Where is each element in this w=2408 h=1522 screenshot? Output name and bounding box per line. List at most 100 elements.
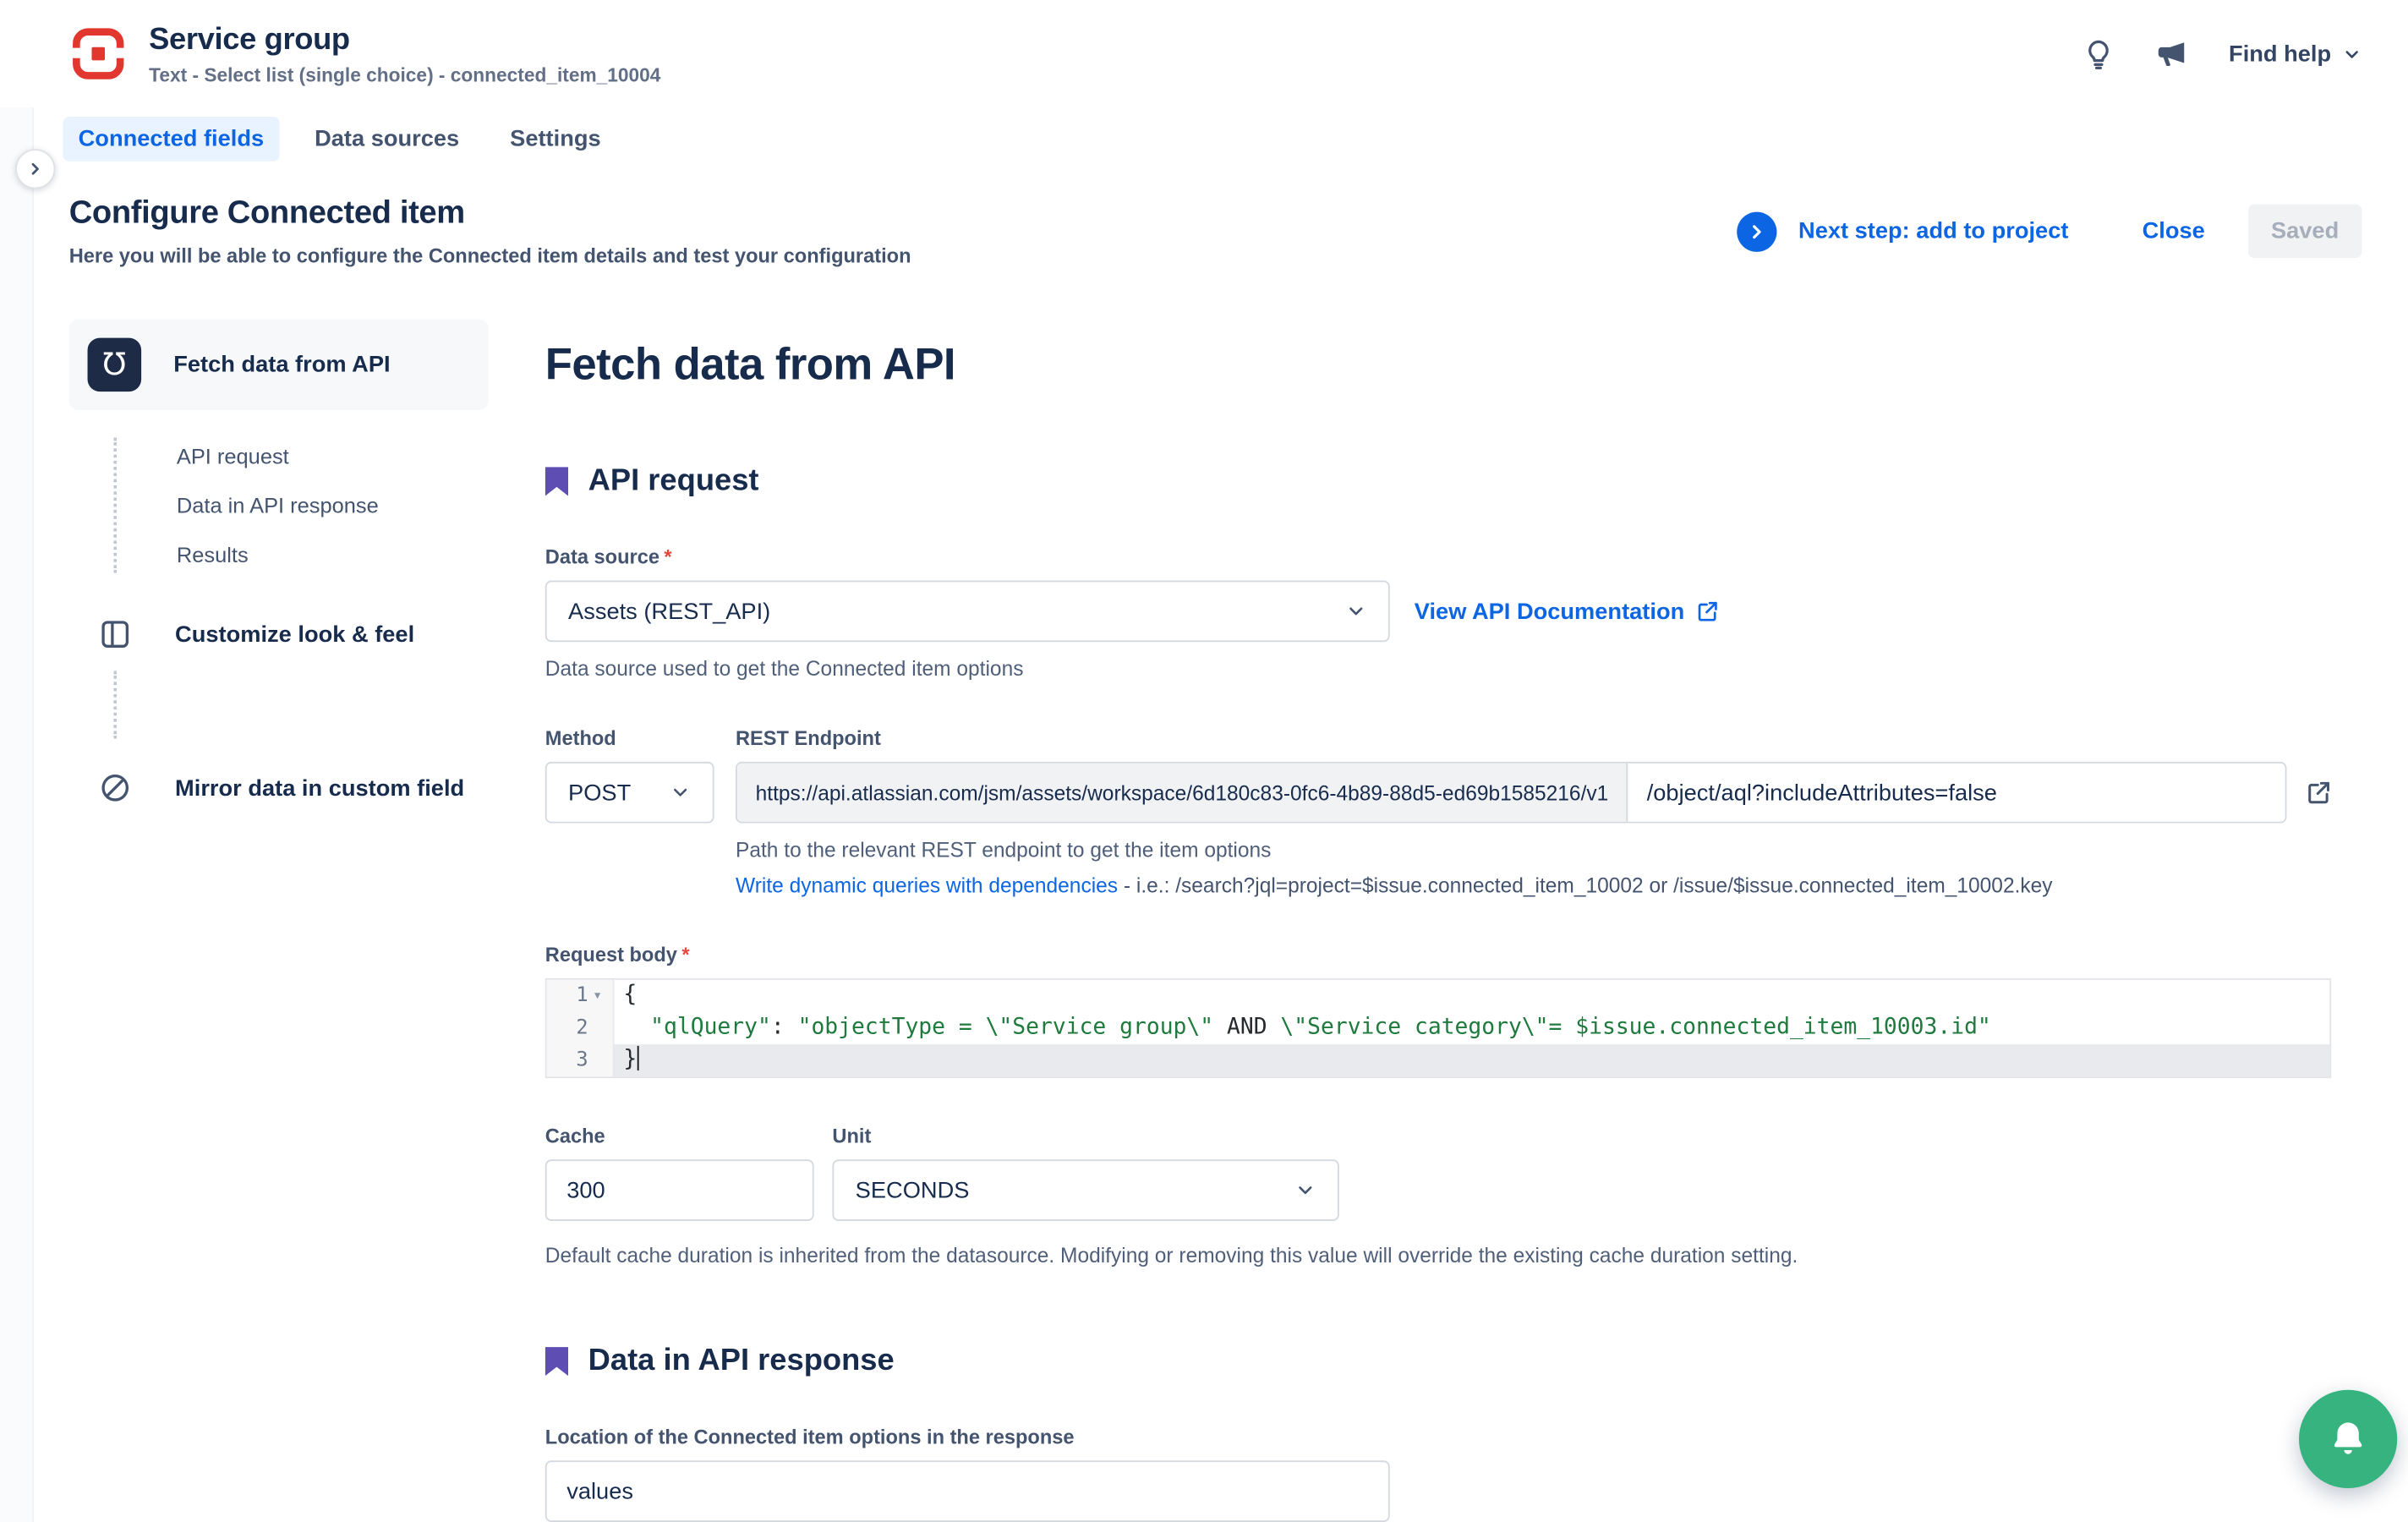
sidebar-item-mirror[interactable]: Mirror data in custom field xyxy=(96,769,488,807)
saved-button[interactable]: Saved xyxy=(2248,205,2362,259)
method-value: POST xyxy=(568,780,631,806)
dynamic-queries-example: - i.e.: /search?jql=project=$issue.conne… xyxy=(1124,873,2053,896)
bell-icon xyxy=(2327,1417,2370,1460)
code-text[interactable]: } xyxy=(615,1044,2330,1076)
step-subnav: API request Data in API response Results xyxy=(69,425,489,585)
configure-header-text: Configure Connected item Here you will b… xyxy=(69,195,911,267)
section-title: API request xyxy=(588,464,759,500)
page-title: Fetch data from API xyxy=(545,341,2378,391)
method-select[interactable]: POST xyxy=(545,762,714,824)
step-label: Fetch data from API xyxy=(173,352,390,378)
app-logo-icon xyxy=(69,25,128,83)
next-step-arrow-icon[interactable] xyxy=(1737,211,1776,251)
tab-bar: Connected fields Data sources Settings xyxy=(0,107,2408,177)
required-mark: * xyxy=(681,943,689,966)
megaphone-icon[interactable] xyxy=(2155,37,2189,71)
notifications-fab[interactable] xyxy=(2299,1390,2397,1488)
unit-select[interactable]: SECONDS xyxy=(832,1159,1338,1221)
chevron-down-icon xyxy=(670,781,691,802)
data-source-label: Data source* xyxy=(545,545,2378,568)
view-api-doc-link[interactable]: View API Documentation xyxy=(1415,598,1720,624)
sidebar-item-fetch-data[interactable]: ℧ Fetch data from API xyxy=(69,320,489,410)
app-window: Service group Text - Select list (single… xyxy=(0,0,2408,1522)
tab[interactable]: Settings xyxy=(495,117,616,162)
endpoint-row: https://api.atlassian.com/jsm/assets/wor… xyxy=(736,762,2378,824)
open-endpoint-external-icon[interactable] xyxy=(2305,779,2333,807)
step-label: Mirror data in custom field xyxy=(175,775,464,801)
method-label: Method xyxy=(545,726,714,749)
required-mark: * xyxy=(664,545,671,568)
code-line[interactable]: 3} xyxy=(547,1044,2330,1076)
close-button[interactable]: Close xyxy=(2143,218,2205,244)
dynamic-queries-row: Write dynamic queries with dependencies … xyxy=(736,873,2378,896)
line-number: 2 xyxy=(547,1012,615,1044)
code-text[interactable]: { xyxy=(615,980,2330,1012)
data-source-help: Data source used to get the Connected it… xyxy=(545,657,2378,680)
external-link-icon xyxy=(1695,599,1720,623)
code-line[interactable]: 1▾{ xyxy=(547,980,2330,1012)
main-panel: Fetch data from API API request Data sou… xyxy=(545,320,2378,1522)
configure-subtitle: Here you will be able to configure the C… xyxy=(69,244,911,267)
circle-slash-icon xyxy=(96,769,134,807)
step-subnav-item[interactable]: Results xyxy=(177,530,489,579)
sidebar-item-customize[interactable]: Customize look & feel xyxy=(96,616,488,653)
endpoint-base-segment: https://api.atlassian.com/jsm/assets/wor… xyxy=(737,764,1628,822)
endpoint-path-input[interactable]: /object/aql?includeAttributes=false xyxy=(1628,764,2016,822)
steps-sidebar: ℧ Fetch data from API API request Data i… xyxy=(69,320,489,1522)
layout-icon xyxy=(96,616,134,653)
endpoint-help: Path to the relevant REST endpoint to ge… xyxy=(736,839,2378,862)
request-body-group: Request body* 1▾{2 "qlQuery": "objectTyp… xyxy=(545,943,2378,1078)
header-actions: Find help xyxy=(2082,37,2361,71)
collapsed-panel-strip xyxy=(0,107,34,1522)
label-text: Data source xyxy=(545,545,659,568)
cache-help: Default cache duration is inherited from… xyxy=(545,1244,2331,1267)
tab[interactable]: Connected fields xyxy=(63,117,279,162)
step-subnav-item[interactable]: API request xyxy=(177,431,489,480)
bookmark-icon xyxy=(545,467,568,496)
unit-column: Unit SECONDS xyxy=(832,1125,1338,1221)
field-title: Service group xyxy=(149,22,660,57)
configure-actions: Next step: add to project Close Saved xyxy=(1737,205,2361,259)
app-header: Service group Text - Select list (single… xyxy=(0,0,2408,107)
endpoint-label: REST Endpoint xyxy=(736,726,2378,749)
configure-header: Configure Connected item Here you will b… xyxy=(0,177,2408,292)
chevron-down-icon xyxy=(1345,600,1366,621)
data-source-value: Assets (REST_API) xyxy=(568,598,770,624)
tab[interactable]: Data sources xyxy=(299,117,474,162)
find-help-menu[interactable]: Find help xyxy=(2229,41,2361,67)
cache-label: Cache xyxy=(545,1125,814,1147)
configure-title: Configure Connected item xyxy=(69,195,911,233)
step-connector-dots xyxy=(113,671,117,739)
chevron-down-icon xyxy=(1294,1180,1316,1201)
fold-caret-icon[interactable]: ▾ xyxy=(588,980,607,1012)
cache-column: Cache xyxy=(545,1125,814,1221)
code-line[interactable]: 2 "qlQuery": "objectType = \"Service gro… xyxy=(547,1012,2330,1044)
endpoint-group: Method POST REST Endpoint https://api.at… xyxy=(545,726,2378,897)
location-group: Location of the Connected item options i… xyxy=(545,1426,2378,1522)
view-api-doc-label: View API Documentation xyxy=(1415,598,1684,624)
method-column: Method POST xyxy=(545,726,714,897)
line-number: 3 xyxy=(547,1044,615,1076)
location-input[interactable] xyxy=(545,1460,1390,1522)
bookmark-icon xyxy=(545,1347,568,1377)
section-title: Data in API response xyxy=(588,1344,895,1379)
cache-input[interactable] xyxy=(545,1159,814,1221)
step-subnav-item[interactable]: Data in API response xyxy=(177,481,489,530)
data-source-row: Assets (REST_API) View API Documentation xyxy=(545,581,2378,643)
data-source-select[interactable]: Assets (REST_API) xyxy=(545,581,1390,643)
content-area: ℧ Fetch data from API API request Data i… xyxy=(0,292,2408,1522)
fetch-hook-glyph: ℧ xyxy=(102,346,126,384)
lightbulb-icon[interactable] xyxy=(2082,37,2115,69)
location-label: Location of the Connected item options i… xyxy=(545,1426,2378,1448)
request-body-editor[interactable]: 1▾{2 "qlQuery": "objectType = \"Service … xyxy=(545,978,2331,1078)
header-titles: Service group Text - Select list (single… xyxy=(149,22,660,85)
request-body-label: Request body* xyxy=(545,943,2378,966)
cache-row: Cache Unit SECONDS xyxy=(545,1125,2378,1221)
text-cursor xyxy=(637,1046,639,1070)
endpoint-column: REST Endpoint https://api.atlassian.com/… xyxy=(736,726,2378,897)
next-step-link[interactable]: Next step: add to project xyxy=(1798,218,2068,244)
code-text[interactable]: "qlQuery": "objectType = \"Service group… xyxy=(615,1012,2330,1044)
field-subtitle: Text - Select list (single choice) - con… xyxy=(149,63,660,85)
dynamic-queries-link[interactable]: Write dynamic queries with dependencies xyxy=(736,873,1118,896)
panel-expand-button[interactable] xyxy=(15,149,55,189)
